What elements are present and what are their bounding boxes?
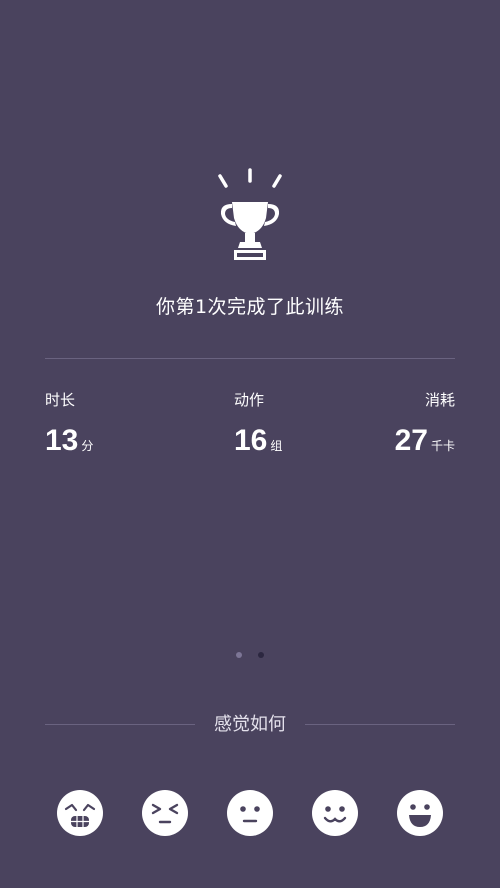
completion-message: 你第1次完成了此训练	[155, 296, 345, 318]
neutral-face-icon[interactable]	[225, 788, 275, 838]
trophy-icon	[210, 168, 290, 264]
feedback-divider-right	[305, 724, 455, 725]
stat-moves-label: 动作	[234, 391, 265, 409]
stat-moves: 动作 16 组	[234, 390, 282, 458]
content-face-icon[interactable]	[310, 788, 360, 838]
page-indicator	[236, 652, 264, 658]
feedback-title: 感觉如何	[214, 714, 286, 735]
stat-duration-value: 13	[45, 424, 79, 457]
stat-duration-label: 时长	[45, 391, 76, 409]
stat-calories-value: 27	[394, 424, 428, 457]
feedback-options	[55, 788, 445, 838]
workout-complete-screen: 你第1次完成了此训练 时长 13 分 动作 16 组 消耗 27 千卡 感觉如何	[0, 0, 500, 888]
stat-calories-unit: 千卡	[430, 439, 455, 453]
stat-moves-unit: 组	[270, 439, 283, 453]
stat-moves-value: 16	[234, 424, 268, 457]
feedback-header: 感觉如何	[45, 712, 455, 740]
page-dot-2[interactable]	[258, 652, 264, 658]
page-dot-1[interactable]	[236, 652, 242, 658]
stat-duration-unit: 分	[81, 439, 94, 453]
exhausted-face-icon[interactable]	[55, 788, 105, 838]
stat-calories: 消耗 27 千卡	[395, 390, 455, 458]
stat-calories-label: 消耗	[424, 391, 455, 409]
stat-duration: 时长 13 分	[45, 390, 93, 458]
struggling-face-icon[interactable]	[140, 788, 190, 838]
divider	[45, 358, 455, 359]
happy-face-icon[interactable]	[395, 788, 445, 838]
